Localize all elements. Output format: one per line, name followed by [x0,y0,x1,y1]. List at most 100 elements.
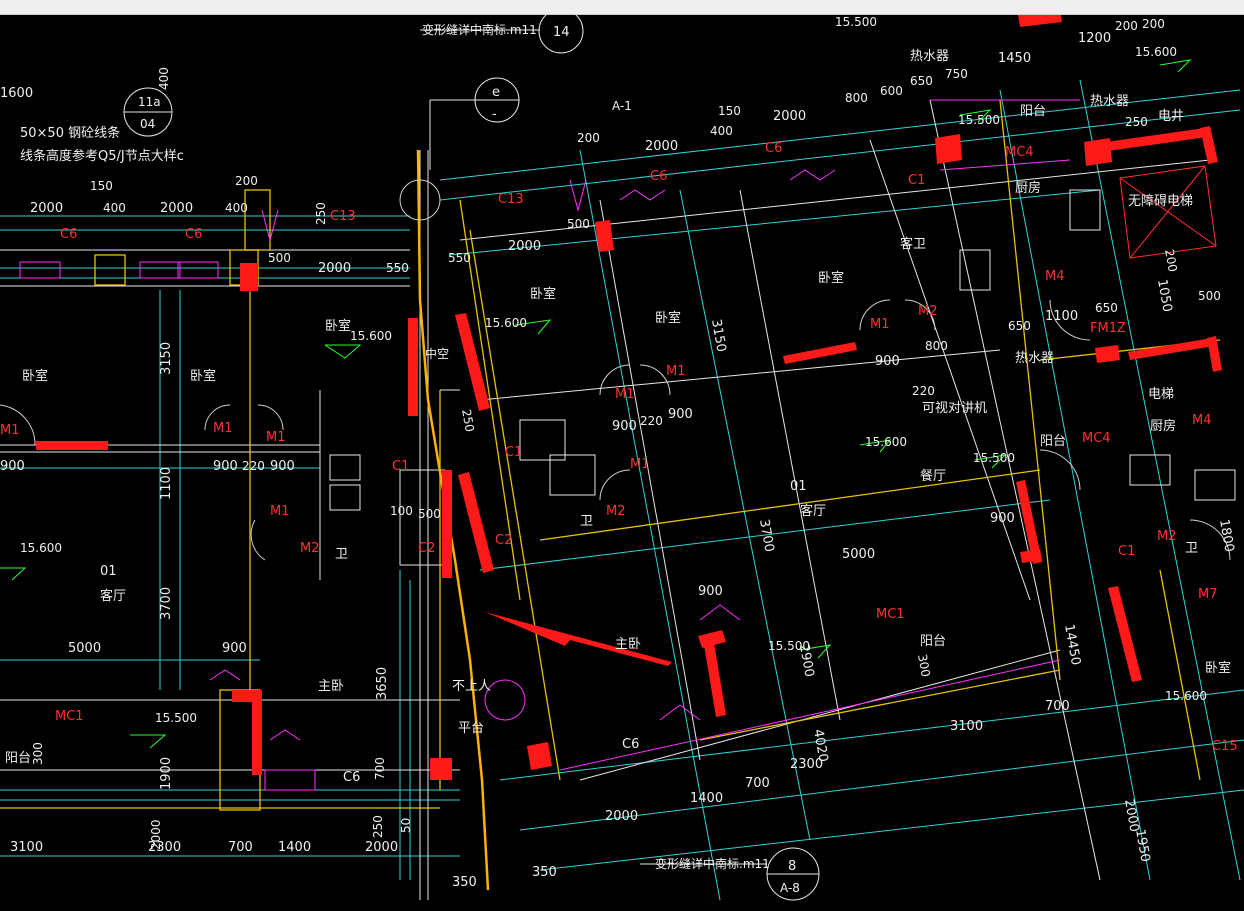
tag-c2-a: C2 [418,541,435,556]
opening-tags: C6 C6 C13 M1 M1 M1 M1 M2 C1 C2 MC1 C6 C1… [0,141,1238,785]
dim-1800-a: 1800 [1216,518,1237,553]
room-kitchen-mid: 厨房 [1150,418,1176,434]
tag-m2-a: M2 [300,541,320,556]
tag-m1-b: M1 [213,421,233,436]
water-heater-right: 热水器 [1090,94,1129,109]
elevator-shaft [1119,165,1217,259]
dim-2000-h: 2000 [605,809,638,824]
dim-700-d: 700 [373,757,387,780]
dim-1050-a: 1050 [1154,278,1175,313]
dim-3700-a: 3700 [159,587,174,620]
room-balcony-mid: 阳台 [1040,434,1066,449]
dim-750-a: 750 [945,67,968,81]
dim-1400-a: 1400 [278,840,311,855]
label-a1: A-1 [612,99,632,113]
tag-m1-e: M1 [870,317,890,332]
detail-label-bottom: 变形缝详中南标.m11 [655,856,770,871]
tag-m1-a: M1 [0,423,20,438]
dim-800-a: 800 [845,91,868,105]
dim-1450-a: 1450 [998,51,1031,66]
dim-700-a: 700 [228,840,253,855]
room-balcony-top: 阳台 [1020,104,1046,119]
dim-900-e: 900 [612,419,637,434]
floor-plan-drawing[interactable]: 变形缝详中南标.m11 14 e - 11a 04 A-1 50×50 钢砼线条… [0,15,1244,911]
dim-550-b: 550 [448,251,471,265]
dim-200-a: 200 [235,174,258,188]
dim-200-e: 200 [1162,248,1180,273]
dim-1900-a: 1900 [159,757,174,790]
tag-m1-d: M1 [270,504,290,519]
water-heater-mid: 热水器 [1015,351,1054,366]
room-platform: 平台 [458,721,484,736]
dim-900-d: 900 [222,641,247,656]
dim-2000-c: 2000 [318,261,351,276]
tag-m4-b: M4 [1192,413,1212,428]
room-kitchen-top: 厨房 [1015,180,1041,196]
dim-2000-e: 2000 [508,239,541,254]
dim-150-a: 150 [90,179,113,193]
dim-1400-b: 1400 [690,791,723,806]
tag-c13-b: C13 [498,192,524,207]
dim-2000-f: 2000 [645,139,678,154]
dim-700-c: 700 [1045,699,1070,714]
dim-350-a: 350 [452,875,477,890]
dim-1600: 1600 [0,86,33,101]
tag-c1-c: C1 [505,445,522,460]
room-bedroom-upper: 卧室 [325,318,351,334]
tag-c1-d: C1 [1118,544,1135,559]
dim-500-a: 500 [268,251,291,265]
dim-220-c: 220 [912,384,935,398]
tag-fm1z: FM1Z [1090,321,1126,336]
dim-2000-a: 2000 [30,201,63,216]
dim-700-b: 700 [745,776,770,791]
dim-2000-g: 2000 [773,109,806,124]
room-bath-right: 卫 [580,514,593,529]
pipe-shaft: 电井 [1158,109,1184,124]
room-master-bedroom: 主卧 [318,679,344,694]
dim-400-d: 400 [157,67,171,90]
dim-1950-a: 1950 [1132,828,1153,863]
dim-220-b: 220 [640,414,663,428]
cad-viewport[interactable]: 变形缝详中南标.m11 14 e - 11a 04 A-1 50×50 钢砼线条… [0,15,1244,911]
room-balcony-right: 阳台 [920,634,946,649]
unit-01-right: 01 [790,479,807,494]
tag-c6-c: C6 [343,770,360,785]
detail-label-top: 变形缝详中南标.m11 [422,22,537,37]
dim-3150-a: 3150 [159,342,174,375]
dim-800-b: 800 [925,339,948,353]
tag-m4-a: M4 [1045,269,1065,284]
dim-300-b: 300 [31,742,45,765]
dim-150-b: 150 [718,104,741,118]
room-bedroom-center: 卧室 [190,368,216,384]
dim-2000-b: 2000 [160,201,193,216]
tag-c6-d: C6 [650,169,667,184]
room-labels: 卧室 卧室 卧室 01 客厅 阳台 主卧 卫 中空 不上人 平台 卧室 卧室 卧… [5,49,1231,766]
room-bath-left: 卫 [335,547,348,562]
room-guest-bath: 客卫 [900,236,926,252]
level-15600-a: 15.600 [350,329,392,343]
dim-400-a: 400 [103,201,126,215]
room-bedroom-right3: 卧室 [818,270,844,286]
dim-900-f: 900 [668,407,693,422]
tag-m1-c: M1 [266,430,286,445]
bubble-a8: A-8 [780,881,800,895]
dim-220-a: 220 [242,459,265,473]
dim-2000-j: 2000 [149,819,163,850]
room-bedroom-right2: 卧室 [655,310,681,326]
tag-m2-d: M2 [1157,529,1177,544]
dim-5000-b: 5000 [842,547,875,562]
dim-400-c: 400 [710,124,733,138]
tag-c6-b: C6 [185,227,202,242]
bubble-e: e [492,85,500,100]
room-bath-far: 卫 [1185,541,1198,556]
level-15600-e: 15.600 [1135,45,1177,59]
tag-m1-g: M1 [666,364,686,379]
room-no-roof: 不上人 [452,679,491,694]
water-heater-top: 热水器 [910,49,949,64]
bubble-e-sub: - [492,107,497,122]
bubble-8: 8 [788,859,796,874]
tag-m2-c: M2 [606,504,626,519]
level-15600-f: 15.600 [1165,689,1207,703]
tag-c6-a: C6 [60,227,77,242]
dim-3700-b: 3700 [756,518,777,553]
